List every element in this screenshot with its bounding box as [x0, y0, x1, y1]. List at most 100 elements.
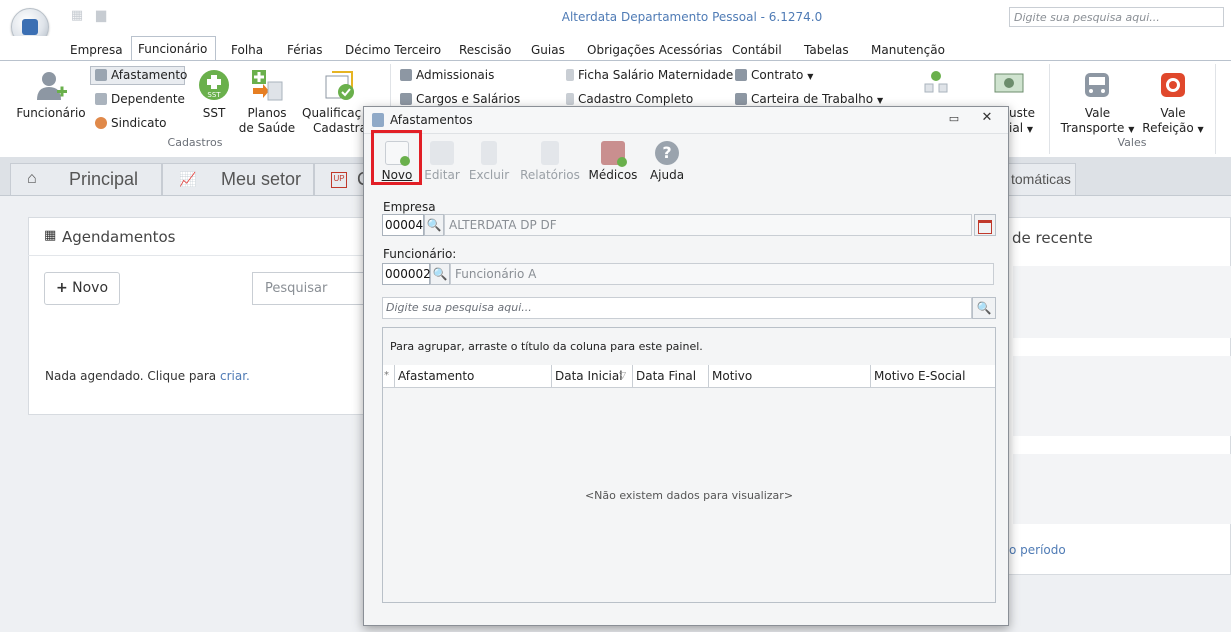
- dialog-novo-button[interactable]: Novo: [372, 141, 422, 182]
- dialog-editar-button[interactable]: Editar: [417, 141, 467, 182]
- dialog-ajuda-label: Ajuda: [649, 168, 685, 182]
- vale-refeicao-button[interactable]: [1158, 70, 1188, 100]
- dialog-editar-label: Editar: [424, 168, 460, 182]
- menu-tab-obrigacoes[interactable]: Obrigações Acessórias: [581, 40, 728, 60]
- dialog-relatorios-button[interactable]: Relatórios: [518, 141, 582, 182]
- vale-transporte-button[interactable]: [1082, 70, 1112, 100]
- menu-tab-decimo-terceiro[interactable]: Décimo Terceiro: [339, 40, 447, 60]
- admissionais-button[interactable]: Admissionais: [400, 66, 494, 84]
- column-data-inicial-label: Data Inicial: [555, 369, 623, 383]
- menu-tab-rescisao[interactable]: Rescisão: [453, 40, 517, 60]
- tab-automaticas-label: tomáticas: [1011, 171, 1071, 187]
- transfer-button[interactable]: [921, 68, 951, 98]
- home-icon: ⌂: [27, 170, 37, 187]
- empresa-calendar-button[interactable]: [974, 214, 996, 236]
- group-vales-label: Vales: [1117, 136, 1147, 149]
- sindicato-label: Sindicato: [111, 116, 167, 130]
- dialog-excluir-button[interactable]: Excluir: [464, 141, 514, 182]
- reajuste-button[interactable]: [993, 70, 1027, 98]
- menu-tab-guias[interactable]: Guias: [525, 40, 571, 60]
- dropdown-arrow-icon: ▼: [876, 96, 884, 105]
- column-motivo[interactable]: Motivo: [709, 365, 871, 387]
- bottle-icon: [566, 69, 574, 81]
- global-search-input[interactable]: Digite sua pesquisa aqui...: [1009, 7, 1224, 27]
- empresa-name-field: ALTERDATA DP DF: [444, 214, 972, 236]
- reajuste-label-1: uste: [1009, 106, 1035, 120]
- meal-icon: [1161, 73, 1185, 97]
- sindicato-button[interactable]: Sindicato: [95, 114, 167, 132]
- ribbon-separator: [1215, 64, 1216, 154]
- funcionario-button[interactable]: [34, 68, 68, 102]
- qualificacao-cadastral-button[interactable]: [322, 68, 356, 102]
- sindicato-icon: [95, 117, 107, 129]
- filter-icon[interactable]: ▽: [619, 365, 626, 387]
- carteira-label: Carteira de Trabalho: [751, 92, 874, 106]
- tab-principal[interactable]: ⌂ Principal: [10, 163, 162, 195]
- menu-tab-empresa[interactable]: Empresa: [64, 40, 129, 60]
- dialog-ajuda-button[interactable]: ? Ajuda: [642, 141, 692, 182]
- cadastro-completo-label: Cadastro Completo: [578, 92, 694, 106]
- admissionais-label: Admissionais: [416, 68, 495, 82]
- person-add-icon: [37, 72, 67, 100]
- qualificacao-label-1: Qualificaç: [302, 106, 362, 120]
- new-document-icon: [385, 141, 410, 166]
- dependente-icon: [95, 93, 107, 105]
- planos-label-2: de Saúde: [238, 121, 296, 135]
- tab-automaticas[interactable]: tomáticas: [1000, 163, 1076, 195]
- dialog-title: Afastamentos: [390, 113, 473, 127]
- trash-icon: [481, 141, 497, 165]
- afastamentos-dialog: Afastamentos ▭ ✕ Novo Editar Excluir Rel…: [363, 106, 1009, 626]
- menu-tab-tabelas[interactable]: Tabelas: [798, 40, 855, 60]
- afastamento-icon: [95, 69, 107, 81]
- funcionario-code-input[interactable]: 000002: [382, 263, 431, 285]
- dialog-novo-label: Novo: [381, 168, 413, 182]
- empresa-lookup-button[interactable]: 🔍: [424, 214, 444, 236]
- menu-tab-contabil[interactable]: Contábil: [726, 40, 788, 60]
- column-afastamento[interactable]: Afastamento: [395, 365, 552, 387]
- dialog-medicos-button[interactable]: Médicos: [588, 141, 638, 182]
- sst-button[interactable]: SST: [198, 69, 230, 101]
- menu-tab-manutencao[interactable]: Manutenção: [865, 40, 951, 60]
- dialog-app-icon: [372, 113, 384, 127]
- dialog-excluir-label: Excluir: [468, 168, 510, 182]
- vale-transporte-label-2: Transporte: [1060, 121, 1125, 135]
- contrato-button[interactable]: Contrato ▼: [735, 66, 813, 84]
- bus-icon: [1085, 73, 1109, 97]
- empresa-code-input[interactable]: 00004: [382, 214, 424, 236]
- dependente-button[interactable]: Dependente: [95, 90, 185, 108]
- report-icon: [541, 141, 559, 165]
- document-icon: [566, 93, 574, 105]
- dialog-medicos-label: Médicos: [588, 168, 638, 182]
- contract-icon: [735, 69, 747, 81]
- column-data-final[interactable]: Data Final: [633, 365, 709, 387]
- dropdown-arrow-icon: ▼: [1197, 125, 1204, 134]
- restore-icon[interactable]: ▭: [947, 112, 961, 126]
- report-icon: [400, 93, 412, 105]
- agendamento-novo-label: Novo: [72, 280, 109, 296]
- tab-principal-label: Principal: [69, 169, 139, 189]
- menu-tab-folha[interactable]: Folha: [225, 40, 269, 60]
- report-icon: [400, 69, 412, 81]
- column-data-inicial[interactable]: Data Inicial ▽: [552, 365, 633, 387]
- dialog-search-button[interactable]: 🔍: [972, 297, 996, 319]
- menu-tab-funcionario[interactable]: Funcionário: [131, 36, 216, 61]
- close-icon[interactable]: ✕: [980, 111, 994, 125]
- agendamento-novo-button[interactable]: + Novo: [44, 272, 120, 305]
- dropdown-arrow-icon: ▼: [1128, 125, 1135, 134]
- tab-meu-setor[interactable]: 📈 Meu setor: [162, 163, 314, 195]
- empresa-label: Empresa: [383, 200, 436, 214]
- money-icon: [994, 73, 1024, 93]
- menu-tab-ferias[interactable]: Férias: [281, 40, 329, 60]
- periodo-link[interactable]: o período: [1009, 543, 1066, 557]
- agendamento-create-link[interactable]: criar.: [220, 369, 250, 383]
- agendamento-search-input[interactable]: Pesquisar: [252, 272, 378, 305]
- funcionario-lookup-button[interactable]: 🔍: [430, 263, 450, 285]
- help-icon: ?: [655, 141, 679, 165]
- ficha-maternidade-button[interactable]: Ficha Salário Maternidade: [566, 66, 733, 84]
- planos-saude-button[interactable]: [250, 68, 284, 102]
- column-motivo-esocial[interactable]: Motivo E-Social: [871, 365, 995, 387]
- dialog-search-input[interactable]: Digite sua pesquisa aqui...: [382, 297, 972, 319]
- vale-transporte-label-1: Vale: [1084, 106, 1111, 120]
- funcionario-name-field: Funcionário A: [450, 263, 994, 285]
- vale-refeicao-label-2: Refeição: [1142, 121, 1194, 135]
